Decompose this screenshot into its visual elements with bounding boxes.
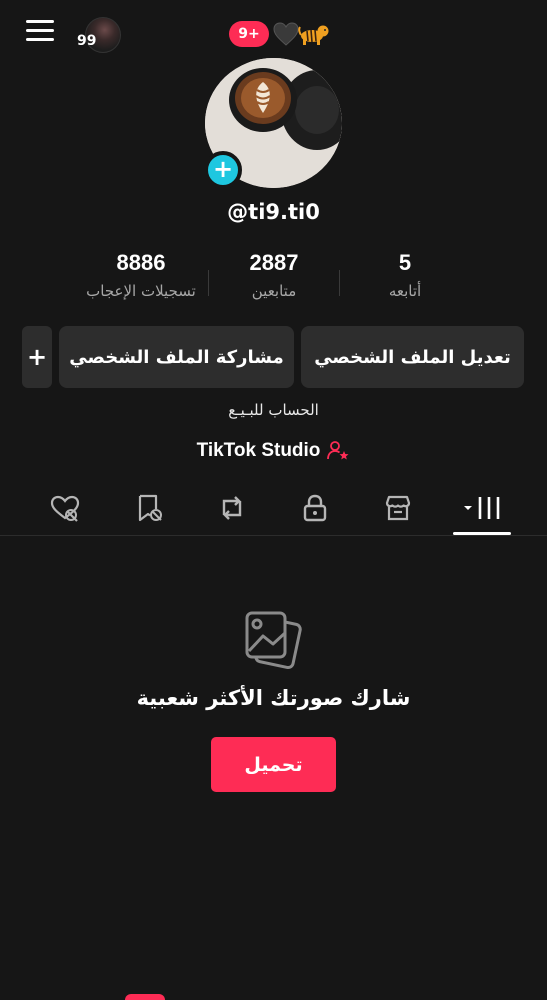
menu-icon[interactable] — [26, 20, 58, 50]
creator-star-icon — [326, 440, 350, 462]
favorites-hidden-icon — [138, 494, 162, 522]
likes-stat[interactable]: 8886 تسجيلات الإعجاب — [76, 250, 206, 300]
tiger-icon — [298, 22, 330, 46]
tab-private[interactable] — [293, 488, 337, 528]
photos-icon — [241, 607, 305, 671]
tab-liked-hidden[interactable] — [43, 488, 87, 528]
likes-count: 8886 — [116, 250, 166, 275]
bottom-nav-edge — [125, 994, 165, 1000]
following-label: أتابعه — [388, 282, 422, 300]
username: @ti9.ti0 — [227, 200, 320, 224]
tab-shop[interactable] — [376, 488, 420, 528]
share-profile-button[interactable]: مشاركة الملف الشخصي — [59, 326, 294, 388]
tiktok-studio-link[interactable]: TikTok Studio — [0, 440, 547, 462]
following-stat[interactable]: 5 أتابعه — [340, 250, 470, 300]
edit-profile-button[interactable]: تعديل الملف الشخصي — [301, 326, 524, 388]
plus-icon: + — [212, 155, 234, 183]
shop-icon — [385, 495, 411, 521]
views-count: 99 — [77, 33, 97, 49]
add-avatar-button[interactable]: + — [204, 151, 242, 189]
bio-text: الحساب للبـيـع — [228, 401, 319, 419]
notification-badge[interactable]: 9+ — [229, 21, 269, 47]
upload-button[interactable]: تحميل — [211, 737, 336, 792]
followers-label: متابعين — [251, 282, 297, 300]
followers-count: 2887 — [249, 250, 299, 275]
add-friend-button[interactable]: + — [22, 326, 52, 388]
studio-label: TikTok Studio — [196, 440, 321, 461]
followers-stat[interactable]: 2887 متابعين — [209, 250, 339, 300]
following-count: 5 — [398, 250, 412, 275]
tab-reposts[interactable] — [210, 488, 254, 528]
tabs-divider — [0, 535, 547, 536]
repost-icon — [222, 496, 242, 520]
tab-favorites-hidden[interactable] — [127, 488, 171, 528]
liked-hidden-icon — [50, 495, 80, 522]
likes-label: تسجيلات الإعجاب — [86, 282, 196, 300]
lock-icon — [303, 494, 327, 522]
black-heart-icon — [272, 20, 300, 48]
empty-state-title: شارك صورتك الأكثر شعبية — [136, 686, 411, 710]
grid-dropdown-icon — [464, 497, 500, 519]
tab-videos[interactable] — [455, 488, 511, 528]
